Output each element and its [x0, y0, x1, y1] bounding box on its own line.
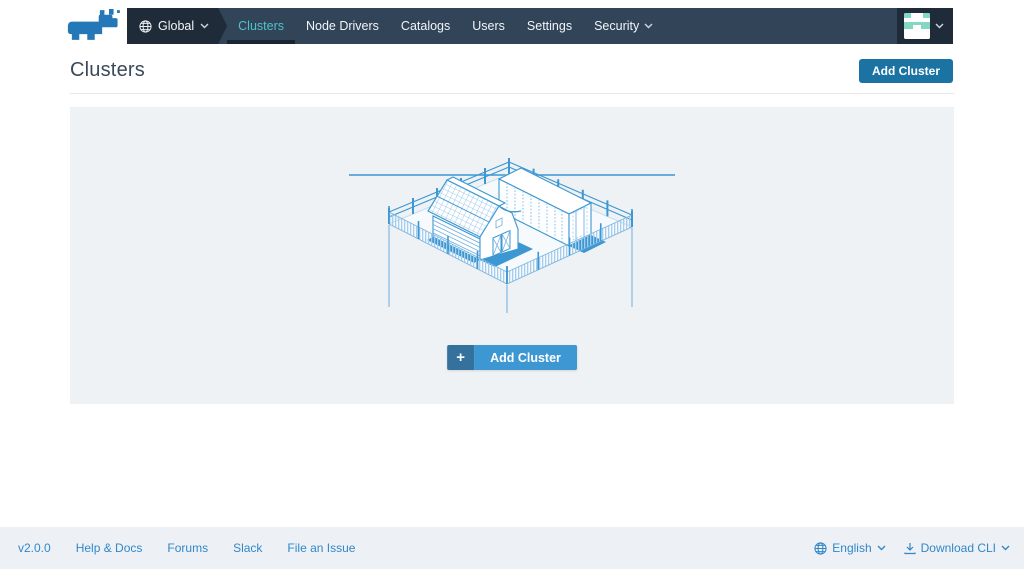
language-menu[interactable]: English — [814, 541, 886, 555]
rancher-app: Global Clusters Node Drivers Catalogs Us… — [0, 0, 1024, 569]
chevron-down-icon — [935, 23, 944, 29]
chevron-down-icon — [1001, 545, 1010, 551]
chevron-down-icon — [877, 545, 886, 551]
avatar — [904, 13, 930, 39]
nav-item-catalogs[interactable]: Catalogs — [390, 8, 461, 44]
nav-item-settings[interactable]: Settings — [516, 8, 583, 44]
user-menu[interactable] — [897, 8, 953, 44]
footer-link-help-docs[interactable]: Help & Docs — [76, 541, 143, 555]
footer-version: v2.0.0 — [18, 541, 51, 555]
environment-switcher[interactable]: Global — [127, 8, 227, 44]
add-cluster-label: Add Cluster — [474, 345, 577, 370]
empty-state-illustration — [349, 158, 675, 313]
environment-label: Global — [158, 19, 195, 33]
nav-item-security[interactable]: Security — [583, 8, 664, 44]
footer-left: v2.0.0 Help & Docs Forums Slack File an … — [0, 541, 355, 555]
nav-item-clusters[interactable]: Clusters — [227, 8, 295, 44]
add-cluster-split-button[interactable]: + Add Cluster — [447, 345, 577, 370]
footer-link-forums[interactable]: Forums — [167, 541, 208, 555]
globe-icon — [139, 20, 152, 33]
chevron-down-icon — [200, 23, 209, 29]
page-title: Clusters — [70, 59, 145, 81]
nav-item-users[interactable]: Users — [461, 8, 516, 44]
footer: v2.0.0 Help & Docs Forums Slack File an … — [0, 527, 1024, 569]
nav-item-node-drivers[interactable]: Node Drivers — [295, 8, 390, 44]
rancher-logo[interactable] — [64, 9, 122, 41]
globe-icon — [814, 541, 827, 555]
plus-icon: + — [447, 345, 475, 370]
download-icon — [904, 542, 916, 554]
add-cluster-button[interactable]: Add Cluster — [858, 59, 953, 83]
download-cli-menu[interactable]: Download CLI — [904, 541, 1010, 555]
main-nav: Clusters Node Drivers Catalogs Users Set… — [227, 8, 664, 44]
top-navbar: Global Clusters Node Drivers Catalogs Us… — [127, 8, 953, 44]
footer-link-slack[interactable]: Slack — [233, 541, 262, 555]
header-divider — [70, 93, 954, 94]
footer-link-file-an-issue[interactable]: File an Issue — [287, 541, 355, 555]
clusters-empty-state-card: + Add Cluster — [70, 107, 954, 404]
language-label: English — [832, 541, 872, 555]
chevron-down-icon — [644, 23, 653, 29]
download-cli-label: Download CLI — [920, 541, 996, 555]
footer-right: English Download CLI — [814, 541, 1024, 555]
